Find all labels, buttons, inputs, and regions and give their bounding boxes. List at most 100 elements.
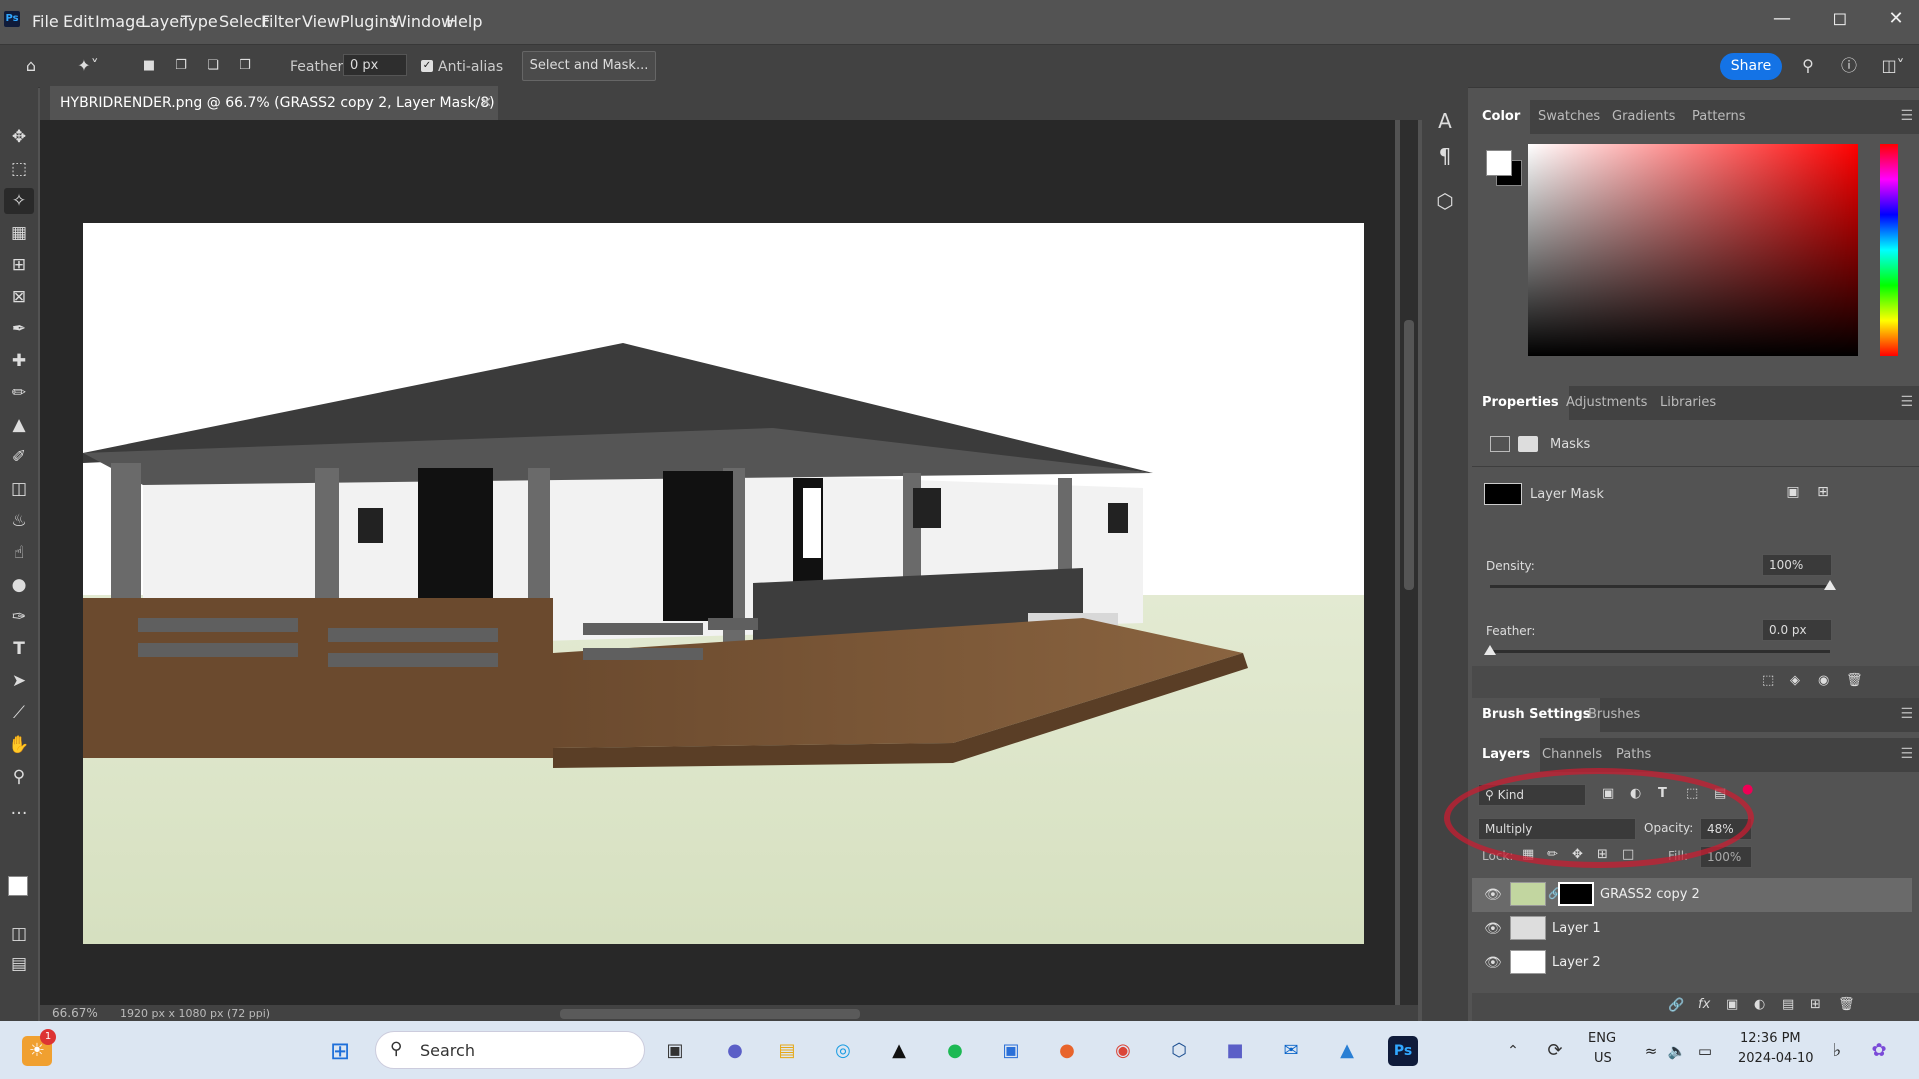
photos-icon[interactable]: ▲ [1332,1036,1362,1066]
delete-mask-icon[interactable]: 🗑 [1846,673,1863,688]
horizontal-scroll-thumb[interactable] [560,1009,860,1019]
feather-input[interactable]: 0 px [343,54,407,76]
filter-toggle-icon[interactable]: ● [1742,782,1753,797]
visibility-eye-icon[interactable]: 👁 [1484,955,1504,971]
anti-alias-checkbox[interactable]: ✓ [421,60,433,72]
pixel-mask-icon[interactable] [1490,436,1510,452]
menu-window[interactable]: Window [391,12,454,31]
mask-feather-input[interactable]: 0.0 px [1762,619,1832,641]
clone-stamp-tool-icon[interactable]: ▲ [4,412,34,438]
tab-gradients[interactable]: Gradients [1602,100,1685,134]
notifications-bell-icon[interactable]: ♭ [1822,1036,1852,1066]
help-icon[interactable]: ⓘ [1838,55,1860,77]
menu-view[interactable]: View [302,12,340,31]
healing-brush-tool-icon[interactable]: ✚ [4,348,34,374]
menu-edit[interactable]: Edit [63,12,94,31]
language-code[interactable]: ENG [1588,1031,1616,1046]
quick-mask-icon[interactable]: ◫ [4,921,34,947]
layer-row-layer-1[interactable]: 👁 Layer 1 [1472,912,1912,946]
apply-mask-action-icon[interactable]: ◈ [1790,673,1800,688]
new-selection-icon[interactable]: ■ [138,55,160,77]
eyedropper-tool-icon[interactable]: ✒ [4,316,34,342]
lasso-preset-icon[interactable]: ✦˅ [70,55,106,77]
hue-slider[interactable] [1880,144,1898,356]
tab-color[interactable]: Color [1472,100,1531,134]
vertical-scrollbar[interactable] [1400,120,1418,1005]
rhino-icon[interactable]: ▲ [884,1036,914,1066]
outlook-icon[interactable]: ✉ [1276,1036,1306,1066]
document-tab[interactable]: HYBRIDRENDER.png @ 66.7% (GRASS2 copy 2,… [50,86,498,145]
vector-mask-icon[interactable] [1518,436,1538,452]
foreground-swatch[interactable] [1486,150,1512,176]
windows-start-icon[interactable]: ⊞ [325,1036,355,1066]
home-icon[interactable]: ⌂ [20,55,42,77]
close-tab-icon[interactable]: ✕ [480,86,492,120]
3d-panel-icon[interactable]: ⬡ [1430,186,1460,216]
layer-mask-thumb[interactable] [1558,882,1594,906]
link-layers-icon[interactable]: 🔗 [1668,998,1684,1013]
photoshop-taskbar-icon[interactable]: Ps [1388,1036,1418,1066]
frame-tool-icon[interactable]: ⊠ [4,284,34,310]
mask-feather-slider[interactable] [1490,650,1830,653]
density-slider[interactable] [1490,585,1830,588]
close-window-icon[interactable]: ✕ [1876,6,1916,32]
add-selection-icon[interactable]: ❐ [170,55,192,77]
visibility-eye-icon[interactable]: 👁 [1484,887,1504,903]
character-panel-icon[interactable]: A [1430,106,1460,136]
spotify-icon[interactable]: ● [940,1036,970,1066]
crop-tool-icon[interactable]: ⊞ [4,252,34,278]
tab-paths[interactable]: Paths [1606,738,1661,772]
share-button[interactable]: Share [1720,53,1782,80]
add-mask-icon[interactable]: ▣ [1726,997,1738,1012]
density-slider-thumb[interactable] [1824,580,1836,590]
layer-mask-thumbnail[interactable] [1484,483,1522,505]
screen-mode-icon[interactable]: ▤ [4,951,34,977]
history-brush-tool-icon[interactable]: ✐ [4,444,34,470]
menu-filter[interactable]: Filter [261,12,301,31]
tab-properties[interactable]: Properties [1472,386,1569,420]
layer-row-layer-2[interactable]: 👁 Layer 2 [1472,946,1912,980]
apply-mask-icon[interactable]: ⊞ [1812,484,1834,504]
paint-bucket-tool-icon[interactable]: ♨ [4,508,34,534]
region-code[interactable]: US [1594,1051,1612,1066]
file-explorer-icon[interactable]: ▤ [772,1036,802,1066]
menu-layer[interactable]: Layer [141,12,186,31]
color-panel-menu-icon[interactable]: ☰ [1900,108,1913,124]
microsoft-store-icon[interactable]: ▣ [996,1036,1026,1066]
taskbar-search-box[interactable]: ⚲ Search [375,1031,645,1069]
minimize-icon[interactable]: — [1762,6,1802,32]
tab-channels[interactable]: Channels [1532,738,1612,772]
workspace-icon[interactable]: ◫˅ [1876,55,1910,77]
select-mask-icon[interactable]: ▣ [1782,484,1804,504]
pen-tool-icon[interactable]: ✑ [4,604,34,630]
color-picker-field[interactable] [1528,144,1858,356]
new-layer-icon[interactable]: ⊞ [1810,997,1821,1012]
maximize-icon[interactable]: ◻ [1820,6,1860,32]
mask-feather-slider-thumb[interactable] [1484,645,1496,655]
new-adjustment-icon[interactable]: ◐ [1754,997,1765,1012]
smudge-tool-icon[interactable]: ☝ [4,540,34,566]
path-selection-tool-icon[interactable]: ➤ [4,668,34,694]
more-tools-icon[interactable]: … [4,796,34,822]
menu-file[interactable]: File [32,12,59,31]
foreground-color-swatch[interactable] [8,876,28,896]
paragraph-panel-icon[interactable]: ¶ [1430,141,1460,171]
load-selection-icon[interactable]: ⬚ [1762,673,1774,688]
tab-adjustments[interactable]: Adjustments [1556,386,1657,420]
menu-plugins[interactable]: Plugins [340,12,397,31]
toggle-mask-visibility-icon[interactable]: ◉ [1818,673,1829,688]
vertical-scroll-thumb[interactable] [1404,320,1414,590]
firefox-icon[interactable]: ● [1052,1036,1082,1066]
menu-image[interactable]: Image [95,12,145,31]
clock-date[interactable]: 2024-04-10 [1738,1051,1814,1066]
menu-help[interactable]: Help [446,12,482,31]
tab-brushes[interactable]: Brushes [1578,698,1650,732]
layer-row-grass2-copy-2[interactable]: 👁 🔗 GRASS2 copy 2 [1472,878,1912,912]
marquee-tool-icon[interactable]: ⬚ [4,156,34,182]
hand-tool-icon[interactable]: ✋ [4,732,34,758]
new-group-icon[interactable]: ▤ [1782,997,1794,1012]
tab-layers[interactable]: Layers [1472,738,1541,772]
volume-icon[interactable]: 🔈 [1662,1036,1692,1066]
layers-panel-menu-icon[interactable]: ☰ [1900,746,1913,762]
tray-overflow-icon[interactable]: ⌃ [1498,1036,1528,1066]
